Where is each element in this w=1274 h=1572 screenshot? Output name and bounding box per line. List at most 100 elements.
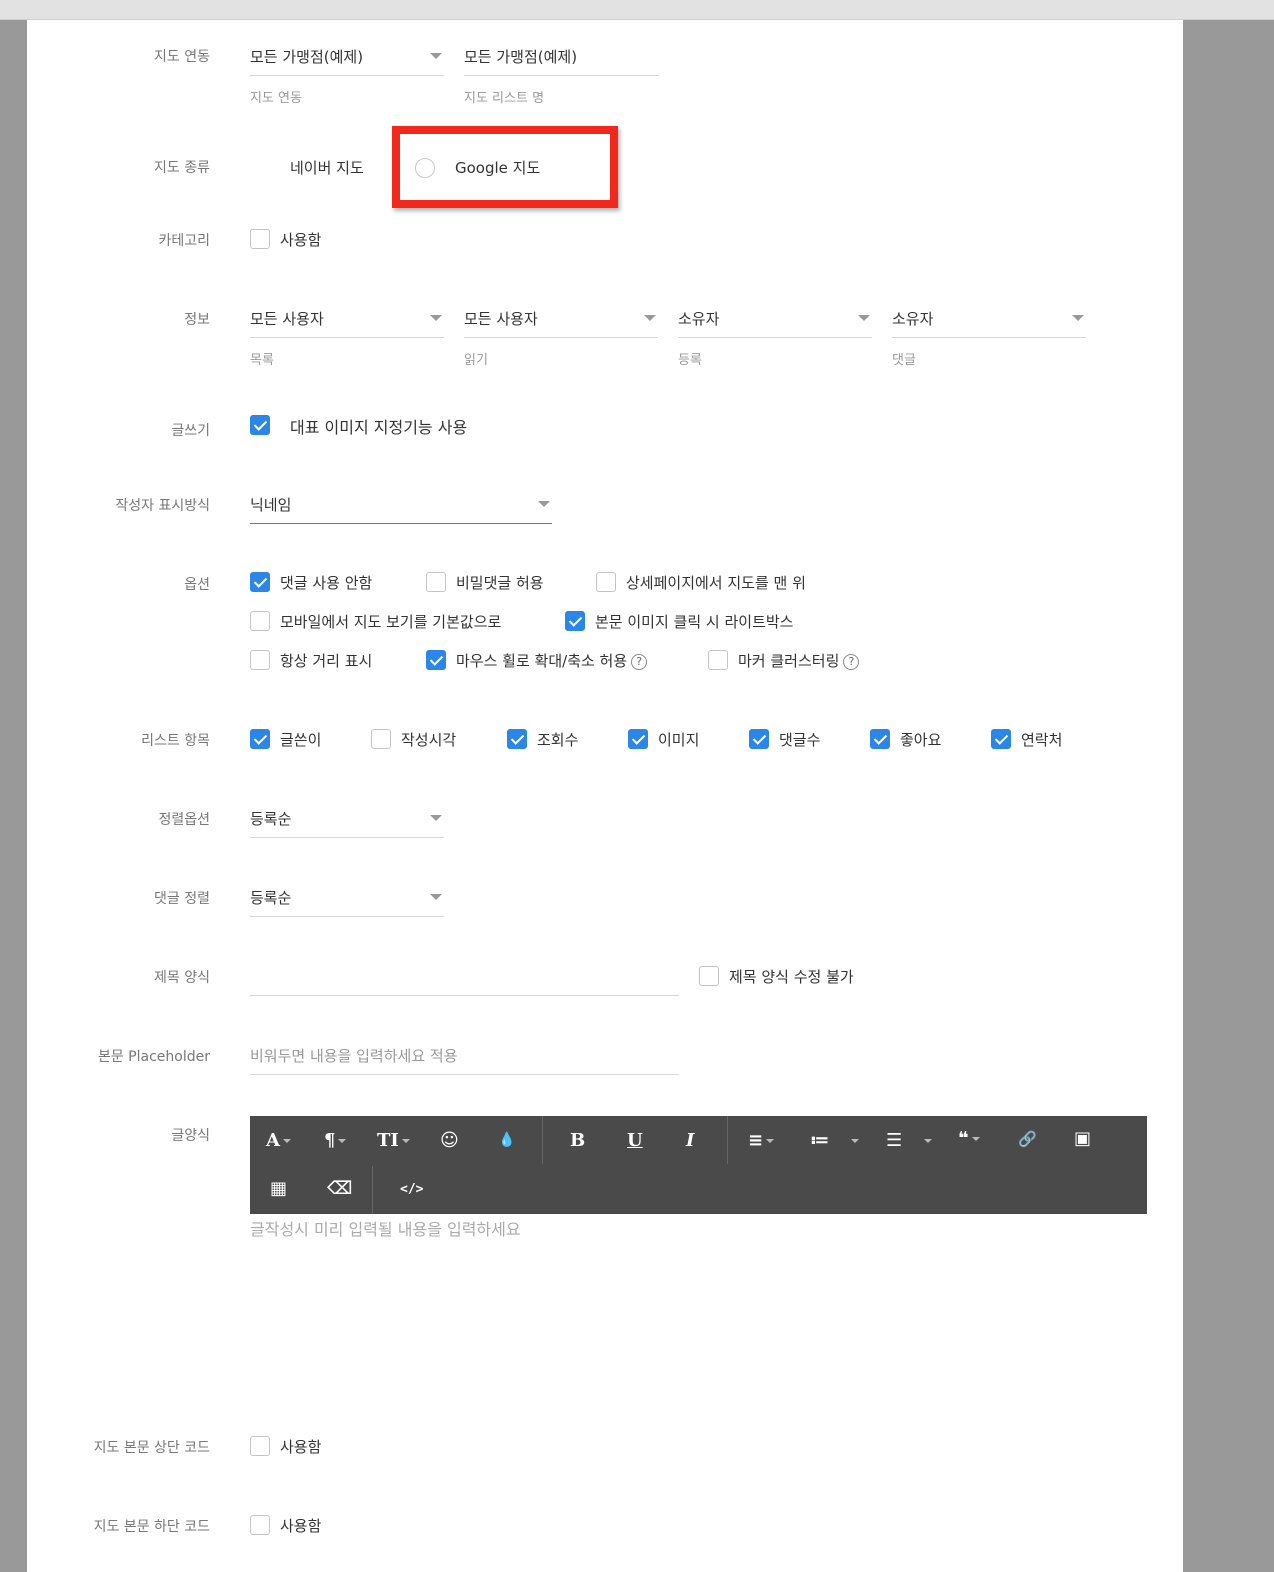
author-display-select[interactable]: 닉네임 [250,486,552,524]
underline-button[interactable]: U [627,1130,643,1151]
map-top-detail-checkbox[interactable] [596,572,616,592]
image-button[interactable]: ▣ [1074,1128,1091,1149]
editor-body[interactable]: 글작성시 미리 입력될 내용을 입력하세요 [250,1216,521,1240]
quote-button[interactable]: ❝ [958,1128,980,1149]
lightbox-label: 본문 이미지 클릭 시 라이트박스 [595,613,794,631]
no-comments-label: 댓글 사용 안함 [280,574,373,592]
title-format-lock-checkbox[interactable] [699,966,719,986]
quote-icon: ❝ [958,1128,969,1149]
list-item-image-label: 이미지 [658,731,700,749]
author-display-value: 닉네임 [250,496,292,514]
list-item-author-label: 글쓴이 [280,731,322,749]
map-list-name-sub: 지도 리스트 명 [464,91,545,106]
list-item-likes-checkbox[interactable] [870,729,890,749]
label-list-items: 리스트 항목 [141,733,210,749]
color-button[interactable]: 💧 [498,1132,515,1148]
info-read-select[interactable]: 모든 사용자 [464,300,658,338]
list-item-contact-checkbox[interactable] [991,729,1011,749]
no-comments-checkbox[interactable] [250,572,270,592]
clustering-option: 마커 클러스터링? [738,650,860,671]
comment-sort-value: 등록순 [250,889,292,907]
text-size-icon: TI [377,1130,399,1151]
body-placeholder-input[interactable]: 비워두면 내용을 입력하세요 적용 [250,1035,679,1075]
bold-button[interactable]: B [570,1130,585,1151]
table-button[interactable]: ▦ [270,1178,287,1199]
info-list-select[interactable]: 모든 사용자 [250,300,444,338]
info-list-value: 모든 사용자 [250,310,324,328]
label-write: 글쓰기 [171,423,210,439]
category-use-checkbox[interactable] [250,229,270,249]
mobile-map-default-checkbox[interactable] [250,611,270,631]
font-icon: A [266,1130,280,1151]
info-register-value: 소유자 [678,310,720,328]
bottom-code-checkbox[interactable] [250,1515,270,1535]
title-format-input[interactable] [250,956,679,996]
map-top-detail-label: 상세페이지에서 지도를 맨 위 [626,574,806,592]
wheel-zoom-option: 마우스 휠로 확대/축소 허용? [456,650,648,671]
list-item-comments-checkbox[interactable] [749,729,769,749]
paragraph-button[interactable]: ¶ [324,1130,347,1151]
chevron-down-icon [971,1137,980,1141]
label-map-type: 지도 종류 [154,160,210,176]
align-left-icon: ≡ [748,1130,764,1151]
chevron-down-icon [430,815,442,821]
chevron-down-icon [282,1139,291,1143]
label-sort-option: 정렬옵션 [158,812,210,828]
clustering-checkbox[interactable] [708,650,728,670]
chevron-down-icon [401,1139,410,1143]
unordered-list-button[interactable]: ☰ [886,1130,933,1151]
label-title-format: 제목 양식 [154,970,210,986]
clustering-label: 마커 클러스터링 [738,652,840,670]
italic-button[interactable]: I [686,1130,694,1151]
list-item-views-checkbox[interactable] [507,729,527,749]
map-link-select-value: 모든 가맹점(예제) [250,48,364,66]
align-button[interactable]: ≡ [748,1130,775,1151]
text-size-button[interactable]: TI [377,1130,410,1151]
list-item-image-checkbox[interactable] [628,729,648,749]
chevron-down-icon [766,1139,775,1143]
map-link-sub: 지도 연동 [250,91,302,106]
highlight-box [392,126,618,208]
map-list-name-value: 모든 가맹점(예제) [464,48,578,66]
info-register-select[interactable]: 소유자 [678,300,872,338]
link-button[interactable]: 🔗 [1018,1130,1037,1148]
underline-icon: U [627,1130,643,1151]
code-button[interactable]: </> [400,1182,423,1197]
distance-checkbox[interactable] [250,650,270,670]
label-map-link: 지도 연동 [154,49,210,65]
chevron-down-icon [338,1139,347,1143]
naver-map-option[interactable]: 네이버 지도 [290,157,364,178]
map-link-select[interactable]: 모든 가맹점(예제) [250,38,444,76]
secret-comments-label: 비밀댓글 허용 [456,574,544,592]
help-icon[interactable]: ? [631,654,648,670]
label-category: 카테고리 [158,233,210,249]
emoji-button[interactable]: ☺ [440,1130,459,1151]
help-icon[interactable]: ? [843,654,860,670]
secret-comments-checkbox[interactable] [426,572,446,592]
sort-option-select[interactable]: 등록순 [250,800,444,838]
list-item-time-checkbox[interactable] [371,729,391,749]
rep-image-checkbox[interactable] [250,415,270,435]
font-button[interactable]: A [266,1130,291,1151]
editor-toolbar: A ¶ TI ☺ 💧 B U I ≡ ≔ ☰ ❝ 🔗 ▣ ▦ ⌫ </> [250,1116,1147,1214]
sort-option-value: 등록순 [250,810,292,828]
comment-sort-select[interactable]: 등록순 [250,879,444,917]
category-use-label: 사용함 [280,231,322,249]
bold-icon: B [570,1130,586,1151]
toolbar-divider [542,1116,543,1164]
list-item-author-checkbox[interactable] [250,729,270,749]
ordered-list-button[interactable]: ≔ [810,1130,860,1151]
map-list-name-input[interactable]: 모든 가맹점(예제) [464,36,659,76]
label-info: 정보 [184,312,210,328]
chevron-down-icon [924,1139,933,1143]
chevron-down-icon [538,501,550,507]
eraser-button[interactable]: ⌫ [327,1178,352,1199]
lightbox-checkbox[interactable] [565,611,585,631]
top-code-checkbox[interactable] [250,1436,270,1456]
info-comment-select[interactable]: 소유자 [892,300,1086,338]
chevron-down-icon [851,1139,860,1143]
link-icon: 🔗 [1018,1130,1037,1148]
info-list-sub: 목록 [250,353,274,368]
label-body-placeholder: 본문 Placeholder [97,1049,210,1065]
wheel-zoom-checkbox[interactable] [426,650,446,670]
